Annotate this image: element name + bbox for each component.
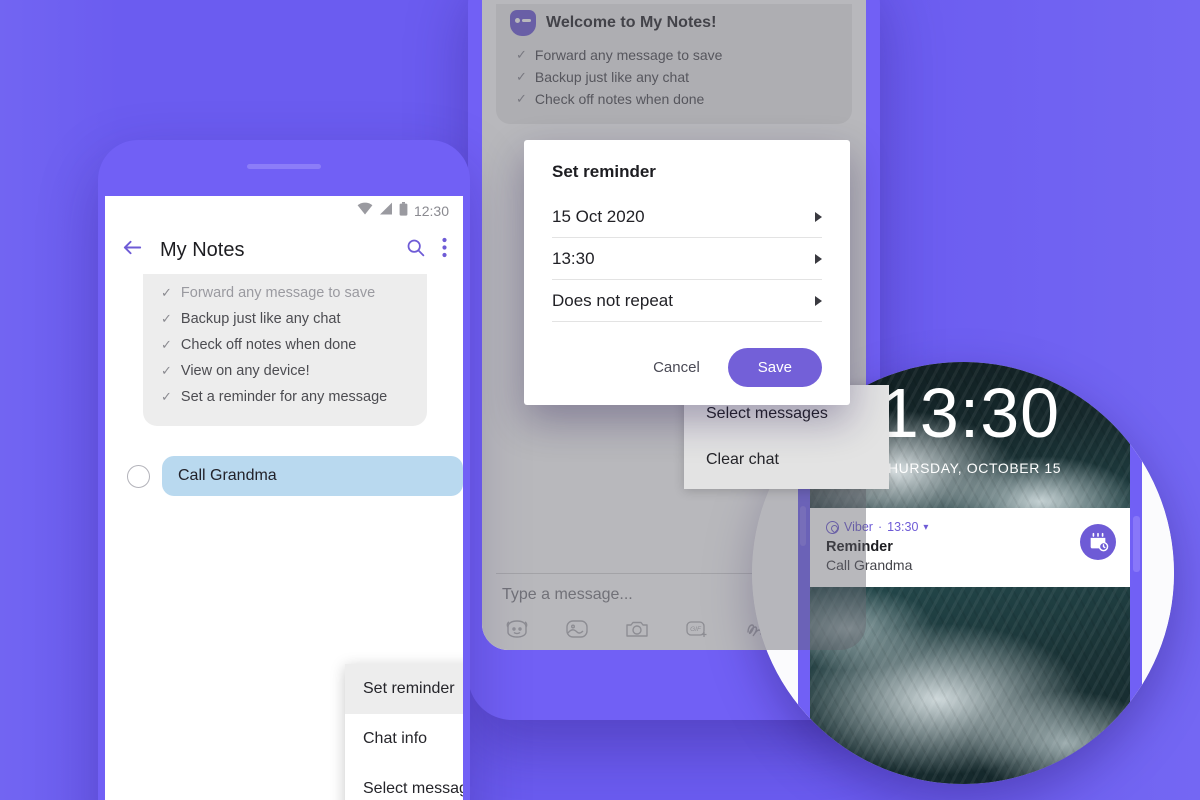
status-bar: 12:30 <box>105 196 463 226</box>
menu-item-chat-info[interactable]: Chat info <box>345 714 463 764</box>
list-item-label: Check off notes when done <box>180 337 357 353</box>
wifi-icon <box>357 202 373 220</box>
message-bubble[interactable]: Call Grandma <box>162 456 463 496</box>
reminder-repeat-row[interactable]: Does not repeat <box>552 280 822 322</box>
reminder-date-value: 15 Oct 2020 <box>552 207 645 226</box>
check-icon: ✓ <box>161 337 172 352</box>
cancel-button[interactable]: Cancel <box>647 351 706 384</box>
reminder-time-value: 13:30 <box>552 249 595 268</box>
left-context-menu[interactable]: Set reminder Chat info Select messages C… <box>345 664 463 800</box>
notification-time: 13:30 <box>887 520 919 534</box>
chevron-down-icon[interactable]: ▾ <box>923 522 928 533</box>
list-item: ✓ Set a reminder for any message <box>143 384 427 410</box>
check-icon: ✓ <box>161 389 172 404</box>
check-icon: ✓ <box>161 311 172 326</box>
left-notes-card: ✓ Forward any message to save ✓ Backup jus… <box>143 274 427 426</box>
reminder-repeat-value: Does not repeat <box>552 291 673 310</box>
battery-icon <box>399 201 408 221</box>
list-item-label: View on any device! <box>180 363 310 379</box>
unchecked-circle-icon[interactable] <box>127 464 150 488</box>
save-button[interactable]: Save <box>727 348 822 387</box>
dialog-actions: Cancel Save <box>552 348 822 387</box>
page-title: My Notes <box>160 238 245 261</box>
search-icon[interactable] <box>405 237 426 263</box>
list-item-label: Forward any message to save <box>180 285 376 301</box>
set-reminder-dialog: Set reminder 15 Oct 2020 13:30 Does not … <box>524 140 850 405</box>
left-phone-screen: 12:30 My Notes ✓ Forward any message to s… <box>105 196 463 800</box>
list-item: ✓ Check off notes when done <box>143 332 427 358</box>
left-appbar: My Notes <box>105 226 463 274</box>
menu-item-set-reminder[interactable]: Set reminder <box>345 664 463 714</box>
message-row: Call Grandma <box>127 456 463 496</box>
list-item: ✓ View on any device! <box>143 358 427 384</box>
list-item-label: Set a reminder for any message <box>180 389 388 405</box>
check-icon: ✓ <box>161 285 172 300</box>
check-icon: ✓ <box>161 363 172 378</box>
phone-button-right[interactable] <box>1133 516 1140 572</box>
phone-speaker <box>247 164 321 169</box>
list-item: ✓ Backup just like any chat <box>143 306 427 332</box>
scene: My Notes Welcome to My Notes! ✓Forward a… <box>0 0 1200 800</box>
status-time: 12:30 <box>413 203 449 219</box>
dialog-title: Set reminder <box>552 162 656 181</box>
chevron-right-icon <box>815 296 822 306</box>
reminder-time-row[interactable]: 13:30 <box>552 238 822 280</box>
menu-item-clear-chat[interactable]: Clear chat <box>684 437 889 483</box>
chevron-right-icon <box>815 212 822 222</box>
more-vertical-icon[interactable] <box>442 237 447 263</box>
menu-item-select-messages[interactable]: Select messages <box>345 764 463 800</box>
signal-icon <box>379 202 393 220</box>
chevron-right-icon <box>815 254 822 264</box>
left-phone: 12:30 My Notes ✓ Forward any message to s… <box>98 140 470 800</box>
back-arrow-icon[interactable] <box>121 236 144 264</box>
list-item-label: Backup just like any chat <box>180 311 341 327</box>
reminder-date-row[interactable]: 15 Oct 2020 <box>552 196 822 238</box>
calendar-clock-icon <box>1080 524 1116 560</box>
list-item: ✓ Forward any message to save <box>143 280 427 306</box>
notification-separator: · <box>877 520 883 534</box>
